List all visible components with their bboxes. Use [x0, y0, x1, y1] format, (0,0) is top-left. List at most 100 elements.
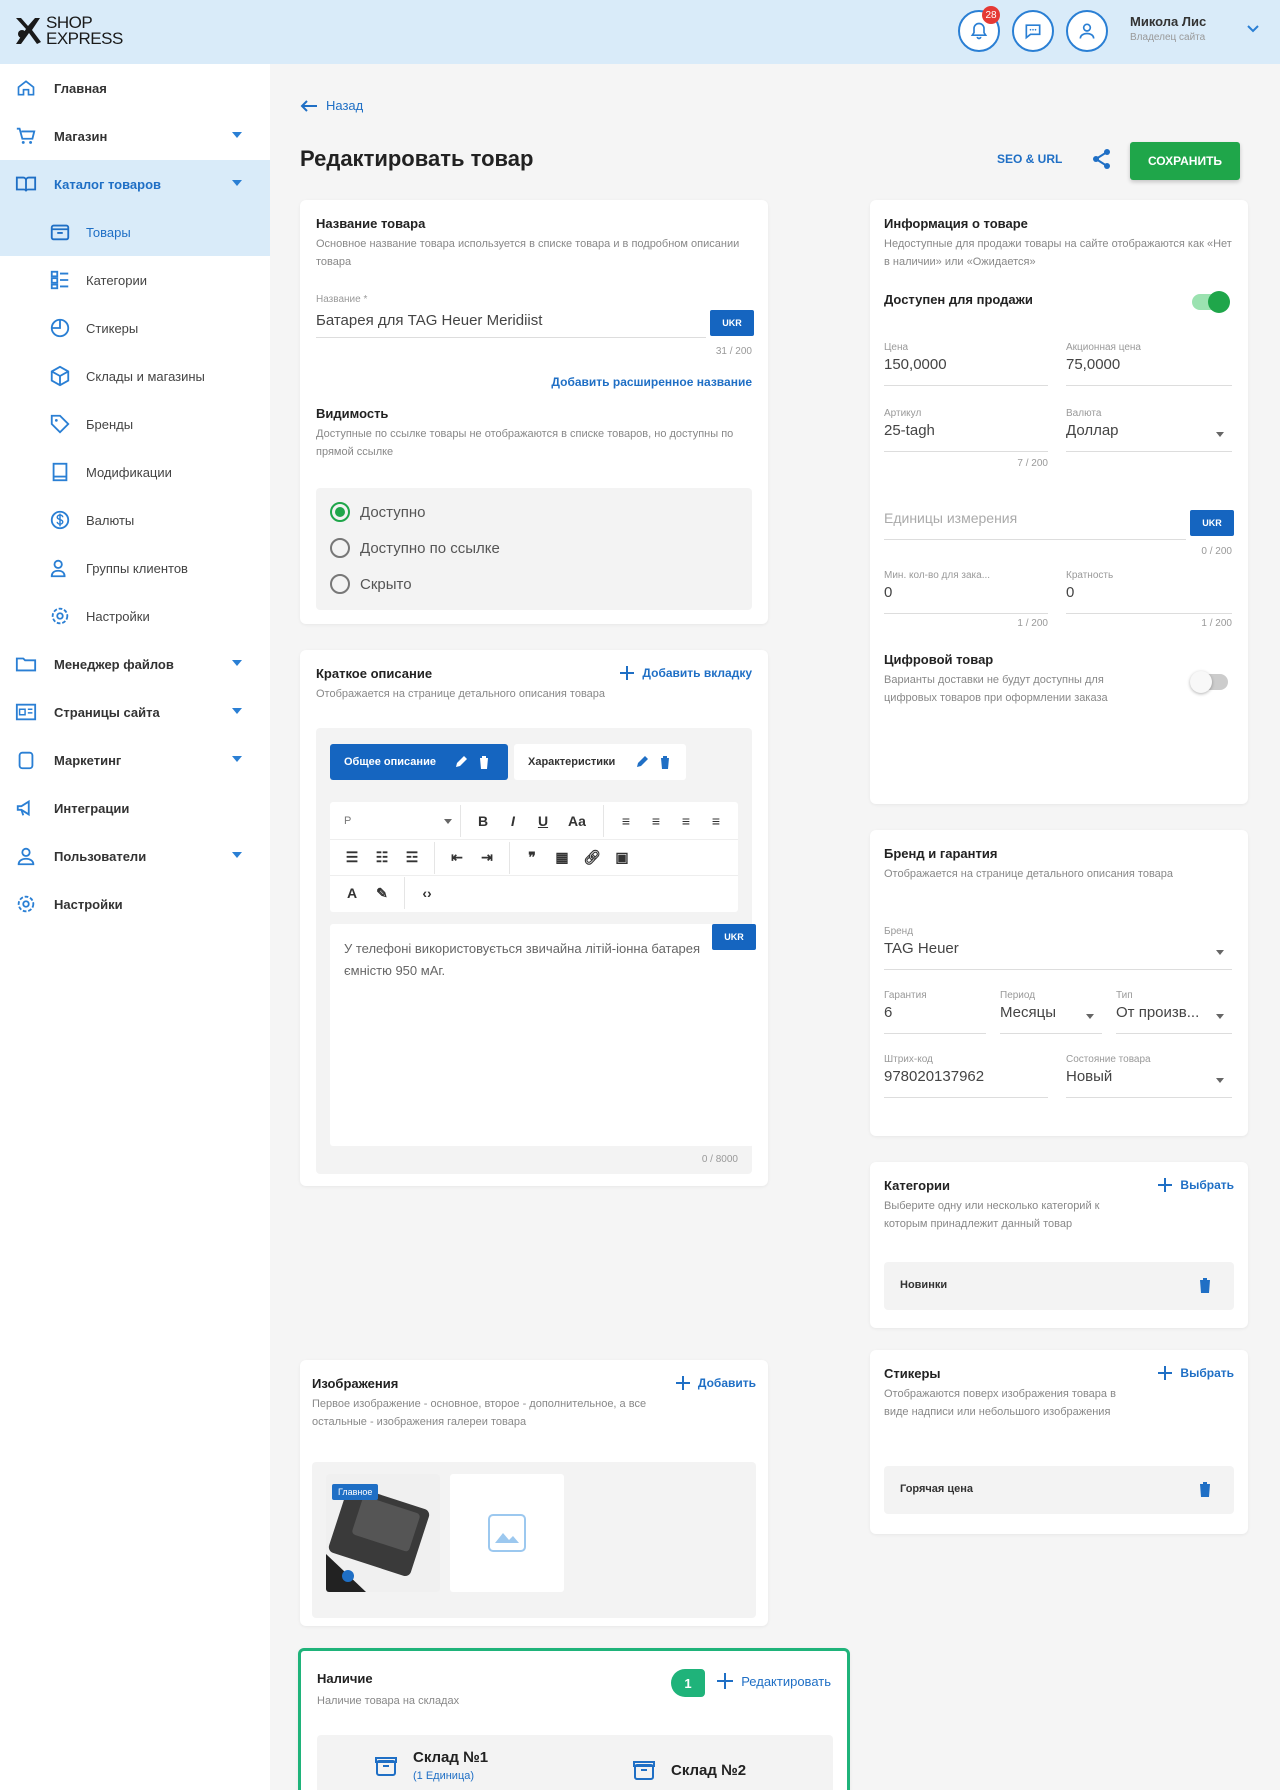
insert-group: ❞ ▦ 🔗︎ ▣ — [510, 842, 644, 874]
tab-characteristics[interactable]: Характеристики — [514, 744, 686, 780]
sidebar-subitem-currencies[interactable]: Валюты — [0, 496, 270, 544]
underline-icon[interactable]: U — [529, 807, 557, 835]
warehouse-item[interactable]: Склад №2 — [631, 1757, 746, 1783]
edit-stock-button[interactable]: Редактировать — [717, 1673, 831, 1689]
sidebar-subitem-brands[interactable]: Бренды — [0, 400, 270, 448]
sidebar-item-pages[interactable]: Страницы сайта — [0, 688, 270, 736]
min-qty-input[interactable]: 0 — [884, 584, 1048, 614]
table-icon[interactable]: ▦ — [548, 844, 576, 872]
pencil-icon[interactable] — [635, 755, 649, 769]
lang-ukr-button[interactable]: UKR — [710, 310, 754, 336]
chevron-down-icon — [232, 660, 242, 666]
font-color-icon[interactable]: A — [338, 879, 366, 907]
seo-url-link[interactable]: SEO & URL — [997, 152, 1062, 166]
paragraph-format-select[interactable]: P — [330, 804, 461, 837]
notifications-button[interactable]: 28 — [958, 6, 1000, 52]
warranty-input[interactable]: 6 — [884, 1004, 986, 1034]
description-textarea[interactable]: У телефоні використовується звичайна літ… — [330, 924, 756, 1146]
add-image-button[interactable]: Добавить — [675, 1376, 756, 1390]
lang-ukr-button[interactable]: UKR — [1190, 510, 1234, 536]
unit-input[interactable]: Единицы измерения — [884, 510, 1186, 540]
digital-toggle[interactable] — [1190, 671, 1228, 693]
warehouse-item[interactable]: Склад №1 (1 Единица) — [373, 1749, 488, 1782]
sidebar-item-marketing[interactable]: Маркетинг — [0, 736, 270, 784]
sidebar-item-home[interactable]: Главная — [0, 64, 270, 112]
numbered-list-icon[interactable]: ☷ — [368, 844, 396, 872]
back-link[interactable]: Назад — [300, 98, 363, 113]
align-left-icon[interactable]: ≡ — [612, 807, 640, 835]
align-justify-icon[interactable]: ≡ — [702, 807, 730, 835]
indent-icon[interactable]: ⇥ — [473, 844, 501, 872]
font-size-icon[interactable]: Aa — [559, 807, 595, 835]
period-select[interactable]: Месяцы — [1000, 1004, 1102, 1034]
image-placeholder[interactable] — [450, 1474, 564, 1592]
align-right-icon[interactable]: ≡ — [672, 807, 700, 835]
link-icon[interactable]: 🔗︎ — [578, 844, 606, 872]
sidebar-subitem-categories[interactable]: Категории — [0, 256, 270, 304]
outdent-icon[interactable]: ⇤ — [443, 844, 471, 872]
sidebar-subitem-label: Товары — [86, 224, 131, 240]
visibility-option-available[interactable]: Доступно — [316, 494, 752, 530]
bullet-list-icon[interactable]: ☰ — [338, 844, 366, 872]
add-tab-button[interactable]: Добавить вкладку — [620, 666, 752, 680]
barcode-input[interactable]: 978020137962 — [884, 1068, 1048, 1098]
sidebar-subitem-settings[interactable]: Настройки — [0, 592, 270, 640]
visibility-option-by-link[interactable]: Доступно по ссылке — [316, 530, 752, 566]
trash-icon[interactable] — [659, 755, 671, 769]
todo-list-icon[interactable]: ☲ — [398, 844, 426, 872]
warehouse-name: Склад №1 — [413, 1749, 489, 1766]
share-icon[interactable] — [1092, 148, 1112, 170]
sidebar-item-shop[interactable]: Магазин — [0, 112, 270, 160]
card-desc: Основное название товара используется в … — [316, 238, 740, 268]
image-icon[interactable]: ▣ — [608, 844, 636, 872]
home-icon — [14, 76, 38, 100]
select-sticker-button[interactable]: Выбрать — [1158, 1366, 1234, 1380]
user-menu[interactable]: Микола Лис Владелец сайта — [1130, 14, 1260, 43]
bold-icon[interactable]: B — [469, 807, 497, 835]
sidebar-item-file-manager[interactable]: Менеджер файлов — [0, 640, 270, 688]
logo[interactable]: SHOP EXPRESS — [12, 14, 123, 48]
highlight-icon[interactable]: ✎ — [368, 879, 396, 907]
trash-icon[interactable] — [1198, 1276, 1212, 1294]
italic-icon[interactable]: I — [499, 807, 527, 835]
condition-select[interactable]: Новый — [1066, 1068, 1232, 1098]
messages-button[interactable] — [1012, 10, 1054, 52]
sidebar-subitem-client-groups[interactable]: Группы клиентов — [0, 544, 270, 592]
multiplicity-input[interactable]: 0 — [1066, 584, 1232, 614]
source-code-icon[interactable]: ‹› — [413, 879, 441, 907]
product-image-main[interactable]: Главное — [326, 1474, 440, 1592]
profile-button[interactable] — [1066, 10, 1108, 52]
align-center-icon[interactable]: ≡ — [642, 807, 670, 835]
type-select[interactable]: От произв... — [1116, 1004, 1232, 1034]
trash-icon[interactable] — [478, 755, 490, 769]
promo-price-input[interactable]: 75,0000 — [1066, 356, 1232, 386]
select-label: Выбрать — [1180, 1366, 1234, 1380]
trash-icon[interactable] — [1198, 1480, 1212, 1498]
sidebar-item-catalog[interactable]: Каталог товаров — [0, 160, 270, 208]
price-input[interactable]: 150,0000 — [884, 356, 1048, 386]
brand-select[interactable]: TAG Heuer — [884, 940, 1232, 970]
available-toggle[interactable] — [1192, 291, 1230, 313]
sidebar-item-users[interactable]: Пользователи — [0, 832, 270, 880]
sidebar-item-settings[interactable]: Настройки — [0, 880, 270, 928]
integration-icon — [14, 796, 38, 820]
currency-select[interactable]: Доллар — [1066, 422, 1232, 452]
pencil-icon[interactable] — [454, 755, 468, 769]
tab-general-description[interactable]: Общее описание — [330, 744, 508, 780]
add-extended-name-link[interactable]: Добавить расширенное название — [551, 375, 752, 389]
save-button[interactable]: СОХРАНИТЬ — [1130, 142, 1240, 180]
quote-icon[interactable]: ❞ — [518, 844, 546, 872]
sidebar-subitem-products[interactable]: Товары — [0, 208, 270, 256]
sidebar-subitem-warehouses[interactable]: Склады и магазины — [0, 352, 270, 400]
sidebar-item-integrations[interactable]: Интеграции — [0, 784, 270, 832]
select-category-button[interactable]: Выбрать — [1158, 1178, 1234, 1192]
name-input[interactable]: Батарея для TAG Heuer Meridiist — [316, 308, 706, 338]
period-label: Период — [1000, 990, 1036, 1001]
sidebar-subitem-stickers[interactable]: Стикеры — [0, 304, 270, 352]
format-value: P — [344, 814, 352, 827]
currency-icon — [48, 508, 72, 532]
sku-input[interactable]: 25-tagh — [884, 422, 1048, 452]
lang-ukr-button[interactable]: UKR — [712, 924, 756, 950]
visibility-option-hidden[interactable]: Скрыто — [316, 566, 752, 602]
sidebar-subitem-modifications[interactable]: Модификации — [0, 448, 270, 496]
